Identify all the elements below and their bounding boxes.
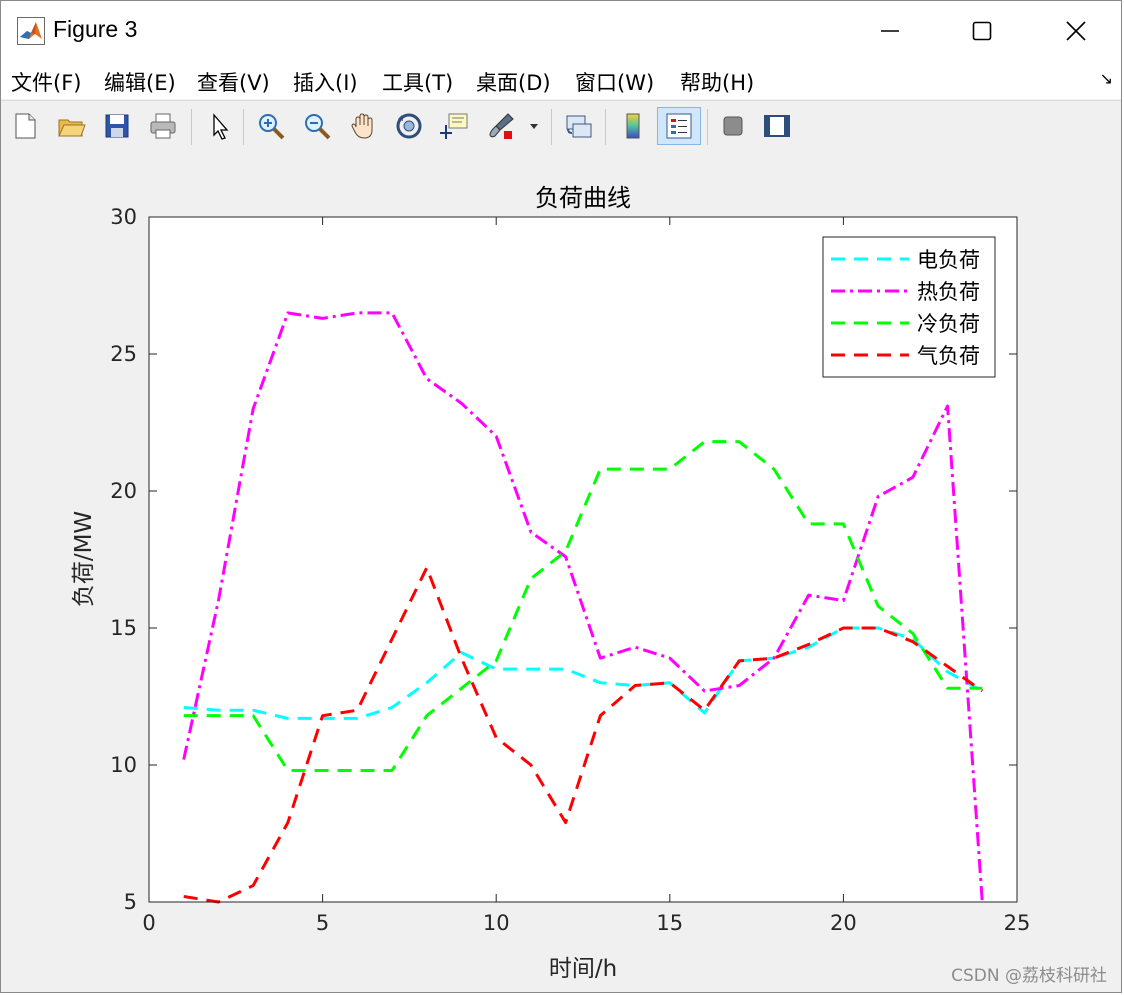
x-tick-label: 15 <box>656 911 683 935</box>
pan-hand-icon <box>351 113 373 139</box>
zoom-out-icon <box>305 114 331 140</box>
brush-icon <box>489 113 514 139</box>
open-file-button[interactable] <box>53 107 89 145</box>
open-file-icon <box>58 119 86 137</box>
watermark: CSDN @荔枝科研社 <box>951 966 1107 986</box>
x-tick-label: 25 <box>1004 911 1031 935</box>
matlab-logo-icon <box>17 17 45 45</box>
data-cursor-icon <box>440 113 468 139</box>
title-bar: Figure 3 <box>1 1 1121 61</box>
y-tick-label: 10 <box>110 753 137 777</box>
y-tick-label: 20 <box>110 479 137 503</box>
legend-label: 冷负荷 <box>917 312 980 336</box>
menu-tools[interactable]: 工具(T) <box>382 67 453 97</box>
show-plot-tools-button[interactable] <box>759 107 795 145</box>
legend-button[interactable] <box>657 107 701 145</box>
link-plot-icon <box>566 115 592 138</box>
maximize-button[interactable] <box>959 9 1005 53</box>
legend-icon <box>666 113 692 139</box>
x-tick-label: 0 <box>142 911 155 935</box>
figure-canvas: 0 5 10 15 20 25 5 10 15 20 25 30 负荷曲线 时间/h 负荷/MW 电负… <box>1 153 1122 993</box>
close-icon <box>1066 21 1086 41</box>
toolbar-separator <box>605 109 606 145</box>
minimize-button[interactable] <box>867 9 913 53</box>
close-button[interactable] <box>1053 9 1099 53</box>
menu-view[interactable]: 查看(V) <box>197 67 270 97</box>
x-tick-label: 5 <box>316 911 329 935</box>
y-tick-label: 30 <box>110 205 137 229</box>
maximize-icon <box>972 21 992 41</box>
colorbar-icon <box>626 113 640 139</box>
zoom-in-icon <box>259 114 285 140</box>
line-chart[interactable]: 0 5 10 15 20 2551015202530 负荷曲线 时间/h 负荷/MW 电负… <box>1 153 1122 993</box>
toolbar-separator <box>551 109 552 145</box>
toolbar-separator <box>243 109 244 145</box>
save-icon <box>105 114 129 138</box>
rotate-3d-icon <box>396 113 422 139</box>
link-plot-button[interactable] <box>561 107 597 145</box>
colorbar-button[interactable] <box>615 107 651 145</box>
legend-label: 气负荷 <box>917 344 980 368</box>
menu-file[interactable]: 文件(F) <box>11 67 81 97</box>
figure-window: Figure 3 文件(F) 编辑(E) 查看(V) 插入(I) 工具(T) 桌… <box>0 0 1122 993</box>
toolbar <box>1 100 1121 154</box>
print-icon <box>150 113 176 139</box>
zoom-out-button[interactable] <box>299 107 335 145</box>
brush-button[interactable] <box>483 107 519 145</box>
minimize-icon <box>881 30 899 32</box>
toolbar-separator <box>707 109 708 145</box>
select-arrow-icon <box>213 113 229 140</box>
show-plot-tools-icon <box>764 115 790 137</box>
x-axis-label: 时间/h <box>549 956 617 982</box>
data-cursor-button[interactable] <box>437 107 473 145</box>
new-figure-icon <box>15 113 36 139</box>
x-tick-label: 20 <box>830 911 857 935</box>
zoom-in-button[interactable] <box>253 107 289 145</box>
hide-plot-tools-button[interactable] <box>715 107 751 145</box>
menu-insert[interactable]: 插入(I) <box>293 67 358 97</box>
select-button[interactable] <box>201 107 237 145</box>
menu-window[interactable]: 窗口(W) <box>575 67 654 97</box>
legend-label: 电负荷 <box>917 248 980 272</box>
legend-label: 热负荷 <box>917 280 980 304</box>
dock-arrow-icon[interactable]: ↘ <box>1100 69 1113 88</box>
brush-dropdown-icon <box>530 124 538 129</box>
menu-help[interactable]: 帮助(H) <box>680 67 754 97</box>
hide-plot-tools-icon <box>723 116 743 136</box>
print-button[interactable] <box>145 107 181 145</box>
y-tick-label: 15 <box>110 616 137 640</box>
menu-edit[interactable]: 编辑(E) <box>104 67 176 97</box>
y-tick-label: 5 <box>124 890 137 914</box>
brush-dropdown-button[interactable] <box>525 107 543 145</box>
new-figure-button[interactable] <box>7 107 43 145</box>
x-tick-label: 10 <box>483 911 510 935</box>
chart-title: 负荷曲线 <box>535 184 631 212</box>
pan-button[interactable] <box>345 107 381 145</box>
y-tick-label: 25 <box>110 342 137 366</box>
menu-desktop[interactable]: 桌面(D) <box>476 67 551 97</box>
menu-bar: 文件(F) 编辑(E) 查看(V) 插入(I) 工具(T) 桌面(D) 窗口(W… <box>1 61 1121 99</box>
rotate-button[interactable] <box>391 107 427 145</box>
legend[interactable]: 电负荷热负荷冷负荷气负荷 <box>822 236 996 378</box>
toolbar-separator <box>191 109 192 145</box>
y-axis-label: 负荷/MW <box>71 511 97 607</box>
window-title: Figure 3 <box>53 16 138 42</box>
save-button[interactable] <box>99 107 135 145</box>
